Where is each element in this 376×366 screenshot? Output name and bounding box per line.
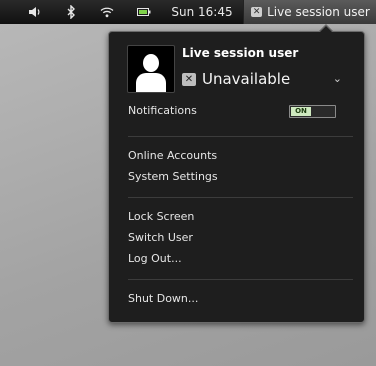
notifications-label: Notifications xyxy=(128,104,197,117)
volume-icon[interactable] xyxy=(24,0,46,24)
user-menu-button[interactable]: ✕ Live session user xyxy=(243,0,376,24)
toggle-on-indicator: ON xyxy=(291,107,311,116)
battery-icon[interactable] xyxy=(133,0,155,24)
unavailable-status-icon: ✕ xyxy=(251,7,263,17)
menu-item-switch-user[interactable]: Switch User xyxy=(128,231,193,244)
user-menu-popup: Live session user ✕ Unavailable ⌄ Notifi… xyxy=(108,31,365,323)
top-panel: Sun 16:45 ✕ Live session user xyxy=(0,0,376,24)
username: Live session user xyxy=(182,46,299,60)
avatar xyxy=(127,45,175,93)
avatar-head xyxy=(143,54,159,72)
menu-item-lock-screen[interactable]: Lock Screen xyxy=(128,210,194,223)
separator xyxy=(128,197,353,198)
menu-pointer-inner xyxy=(319,26,333,33)
separator xyxy=(128,279,353,280)
clock[interactable]: Sun 16:45 xyxy=(166,0,238,24)
unavailable-icon: ✕ xyxy=(182,72,196,86)
notifications-toggle[interactable]: ON xyxy=(289,105,336,118)
menu-item-shut-down[interactable]: Shut Down... xyxy=(128,292,198,305)
wifi-icon[interactable] xyxy=(96,0,118,24)
separator xyxy=(128,136,353,137)
avatar-body xyxy=(136,73,166,92)
user-menu-label: Live session user xyxy=(267,5,370,19)
bluetooth-icon[interactable] xyxy=(60,0,82,24)
status-label: Unavailable xyxy=(202,70,291,88)
menu-item-system-settings[interactable]: System Settings xyxy=(128,170,218,183)
menu-item-log-out[interactable]: Log Out... xyxy=(128,252,182,265)
menu-item-online-accounts[interactable]: Online Accounts xyxy=(128,149,217,162)
status-selector[interactable]: ✕ Unavailable ⌄ xyxy=(182,68,342,90)
chevron-down-icon[interactable]: ⌄ xyxy=(333,72,342,85)
